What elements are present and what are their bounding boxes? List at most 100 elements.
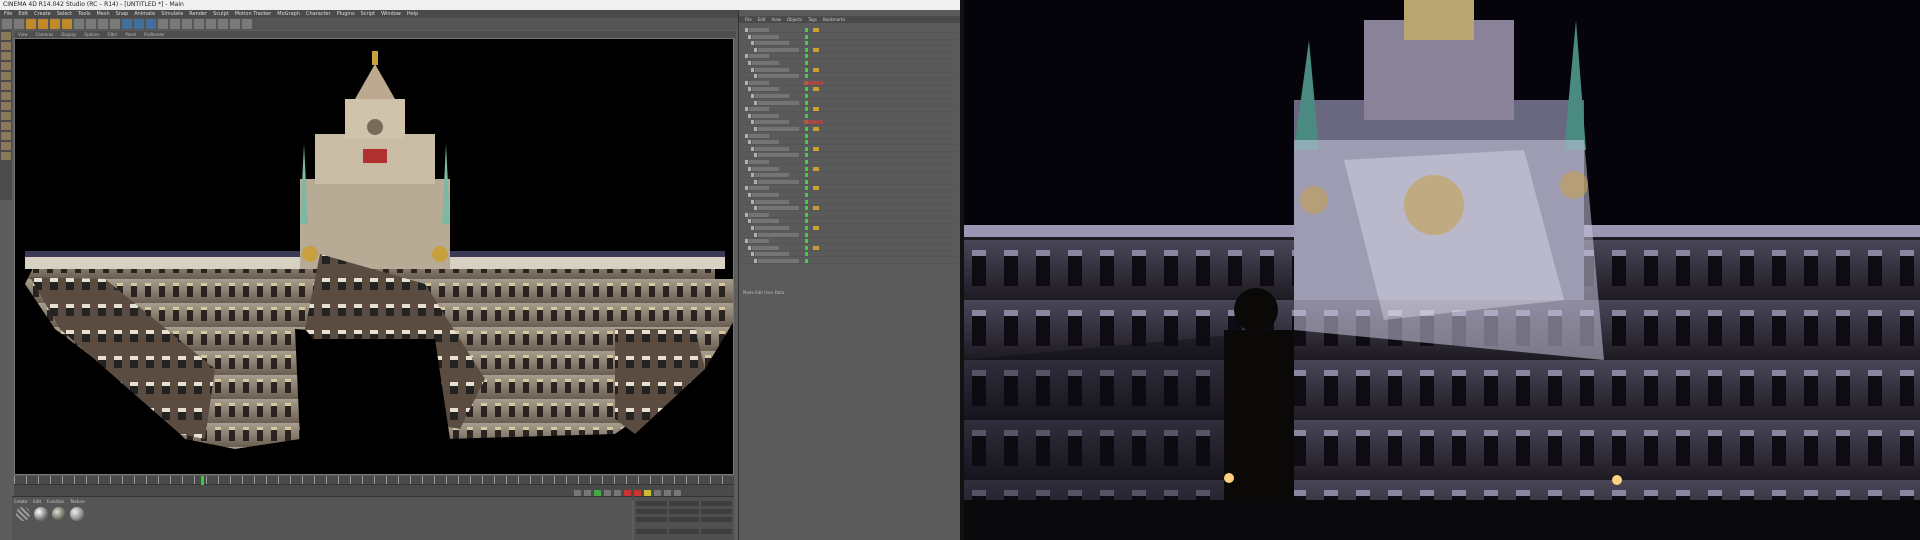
menu-tools[interactable]: Tools (78, 10, 90, 18)
object-name[interactable] (755, 67, 789, 72)
timeline-playhead[interactable] (201, 476, 205, 485)
object-row[interactable] (743, 74, 957, 80)
viewport-menu-panel[interactable]: Panel (125, 31, 136, 38)
object-name[interactable] (749, 133, 769, 138)
object-row[interactable] (743, 28, 957, 33)
viewport-menu-filter[interactable]: Filter (107, 31, 117, 38)
object-name[interactable] (752, 34, 779, 39)
visibility-icon[interactable] (805, 219, 808, 224)
camera-icon[interactable] (230, 19, 240, 29)
visibility-icon[interactable] (805, 153, 808, 158)
object-name[interactable] (755, 199, 789, 204)
render-view-icon[interactable] (122, 19, 132, 29)
visibility-icon[interactable] (805, 127, 808, 131)
visibility-icon[interactable] (805, 232, 808, 237)
object-row[interactable] (743, 47, 957, 53)
object-name[interactable] (758, 100, 799, 105)
snap-icon[interactable] (1, 122, 11, 130)
object-menu-edit[interactable]: Edit (758, 16, 766, 23)
y-axis-icon[interactable] (86, 19, 96, 29)
visibility-icon[interactable] (805, 226, 808, 230)
visibility-icon[interactable] (805, 173, 808, 178)
object-row[interactable] (743, 87, 957, 93)
visibility-icon[interactable] (805, 74, 808, 79)
tweak-icon[interactable] (1, 112, 11, 120)
object-name[interactable] (755, 226, 789, 230)
menu-mograph[interactable]: MoGraph (277, 10, 300, 18)
object-row[interactable] (743, 232, 957, 238)
nurbs-icon[interactable] (182, 19, 192, 29)
object-menu-tags[interactable]: Tags (808, 16, 817, 23)
object-row[interactable] (743, 100, 957, 106)
viewport-menu-options[interactable]: Options (84, 31, 99, 38)
object-name[interactable] (755, 252, 789, 257)
object-name[interactable] (755, 146, 789, 151)
menu-file[interactable]: File (4, 10, 12, 18)
object-menu-file[interactable]: File (745, 16, 752, 23)
visibility-icon[interactable] (805, 133, 808, 138)
object-name[interactable] (749, 160, 769, 164)
object-row[interactable] (743, 186, 957, 192)
object-name[interactable] (758, 127, 799, 131)
visibility-icon[interactable] (805, 160, 808, 164)
object-row[interactable] (743, 153, 957, 159)
object-name[interactable] (752, 61, 779, 65)
visibility-icon[interactable] (805, 107, 808, 112)
visibility-icon[interactable] (805, 166, 808, 171)
material-thumbnail[interactable] (34, 507, 48, 521)
object-menu-bookmarks[interactable]: Bookmarks (823, 16, 845, 23)
object-row[interactable] (743, 34, 957, 40)
object-row[interactable] (743, 245, 957, 251)
visibility-icon[interactable] (805, 259, 808, 263)
coord-row-z[interactable] (636, 517, 733, 522)
object-row[interactable] (743, 54, 957, 60)
texture-tag-icon[interactable] (813, 127, 819, 131)
texture-tag-icon[interactable] (813, 206, 819, 211)
visibility-icon[interactable] (805, 146, 808, 151)
object-name[interactable] (749, 28, 769, 32)
visibility-icon[interactable] (805, 41, 808, 46)
viewport-menu-cameras[interactable]: Cameras (36, 31, 54, 38)
object-row[interactable] (743, 179, 957, 185)
object-name[interactable] (749, 54, 769, 59)
coord-apply-row[interactable] (636, 529, 733, 534)
object-row[interactable] (743, 41, 957, 47)
visibility-icon[interactable] (805, 186, 808, 191)
visibility-icon[interactable] (805, 61, 808, 65)
menu-animate[interactable]: Animate (134, 10, 155, 18)
lock-workplane-icon[interactable] (1, 132, 11, 140)
texture-tag-icon[interactable] (813, 226, 819, 230)
render-settings-icon[interactable] (146, 19, 156, 29)
material-thumbnail[interactable] (52, 507, 66, 521)
texture-tag-icon[interactable] (813, 166, 819, 171)
object-name[interactable] (752, 193, 779, 197)
object-row[interactable] (743, 107, 957, 113)
object-row[interactable] (743, 166, 957, 172)
spline-icon[interactable] (170, 19, 180, 29)
object-name[interactable] (755, 94, 789, 98)
visibility-icon[interactable] (805, 206, 808, 211)
menu-render[interactable]: Render (189, 10, 207, 18)
texture-tag-icon[interactable] (813, 107, 819, 112)
menu-create[interactable]: Create (34, 10, 51, 18)
object-name[interactable] (758, 259, 799, 263)
object-menu-view[interactable]: View (771, 16, 781, 23)
material-menu-function[interactable]: Function (47, 499, 64, 504)
object-name[interactable] (758, 206, 799, 211)
menu-script[interactable]: Script (361, 10, 376, 18)
texture-tag-icon[interactable] (813, 87, 819, 92)
array-icon[interactable] (194, 19, 204, 29)
floor-icon[interactable] (218, 19, 228, 29)
object-row[interactable] (743, 67, 957, 73)
object-row[interactable] (743, 226, 957, 231)
object-row[interactable] (743, 259, 957, 264)
x-axis-icon[interactable] (74, 19, 84, 29)
coordinate-system-icon[interactable] (110, 19, 120, 29)
texture-tag-icon[interactable] (813, 67, 819, 72)
object-row[interactable] (743, 160, 957, 165)
visibility-icon[interactable] (805, 179, 808, 184)
polygons-mode-icon[interactable] (1, 92, 11, 100)
coord-row-x[interactable] (636, 501, 733, 506)
visibility-icon[interactable] (805, 28, 808, 32)
viewport-menu-display[interactable]: Display (61, 31, 76, 38)
